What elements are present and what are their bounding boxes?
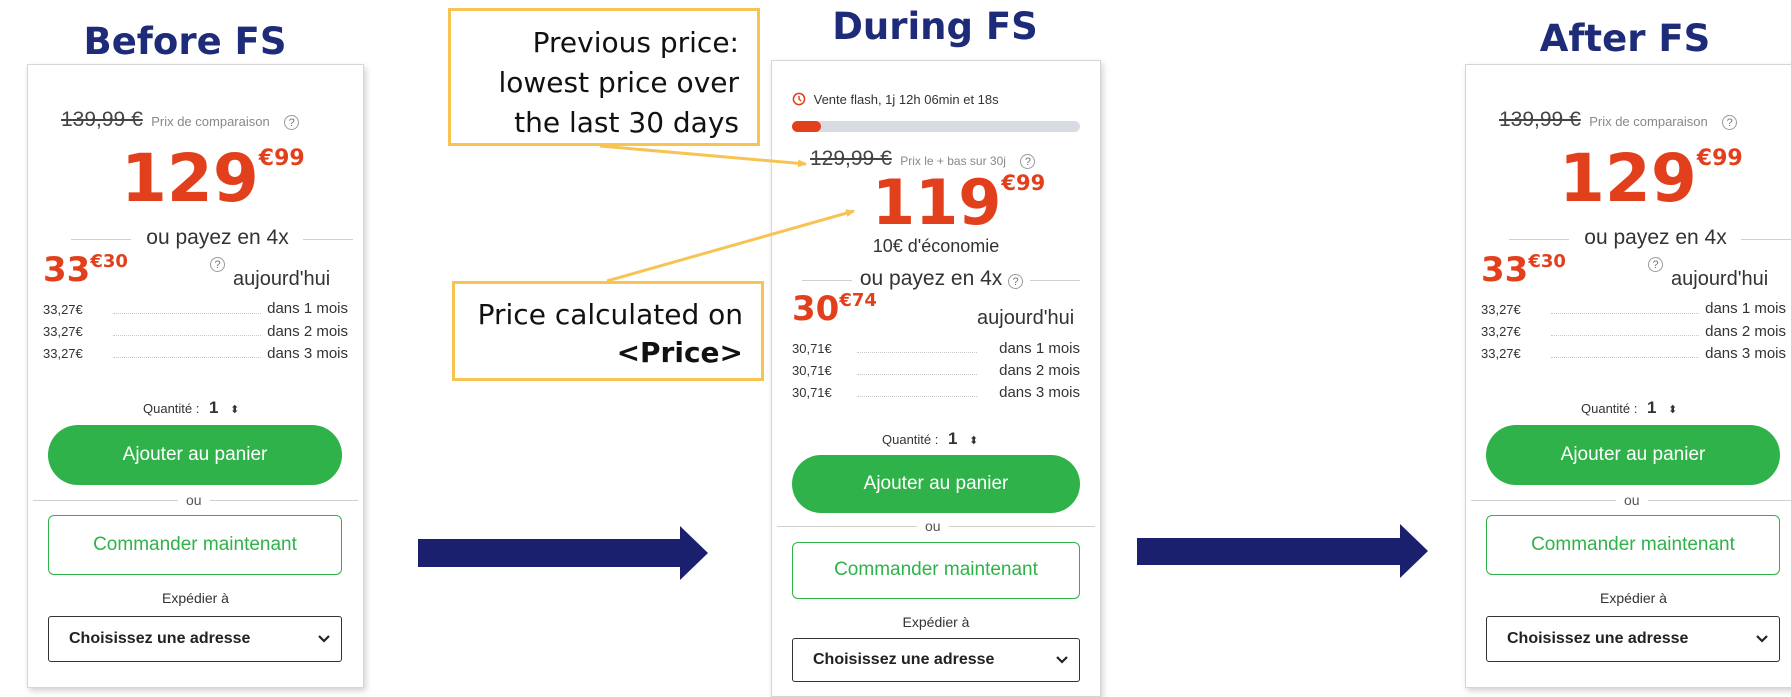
annotation-arrows xyxy=(418,144,1428,580)
transition-arrow-icon xyxy=(1137,524,1428,578)
pointer-previous-price-arrow xyxy=(599,144,807,168)
transition-arrow-icon xyxy=(418,526,708,580)
pointer-price-arrow xyxy=(606,209,855,283)
